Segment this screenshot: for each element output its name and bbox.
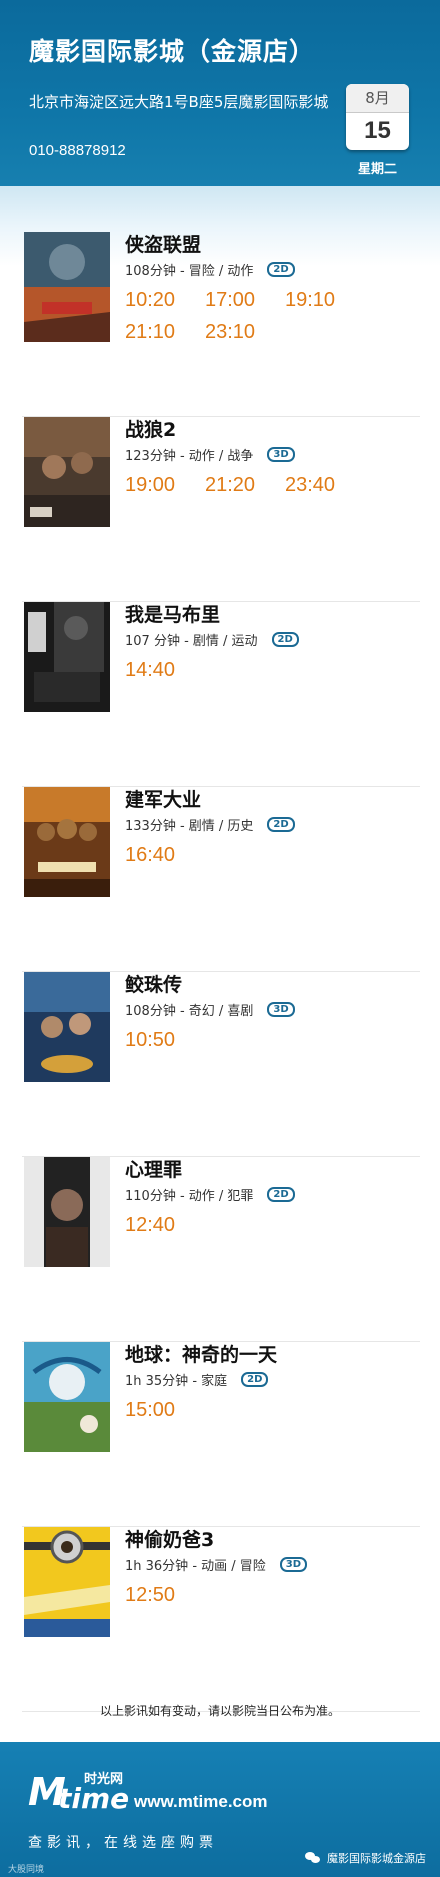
showtime-list: 12:50 (125, 1579, 425, 1611)
movie-item[interactable]: 战狼2 123分钟 - 动作 / 战争 3D 19:00 21:20 23:40 (22, 417, 420, 602)
movie-title[interactable]: 心理罪 (125, 1155, 182, 1182)
logo-chinese: 时光网 (84, 1772, 124, 1787)
movie-poster[interactable] (24, 1157, 110, 1267)
showtime[interactable]: 23:40 (285, 469, 365, 501)
poster-image-icon (24, 787, 110, 897)
poster-image-icon (24, 1342, 110, 1452)
movie-title[interactable]: 神偷奶爸3 (125, 1525, 214, 1552)
movie-poster[interactable] (24, 602, 110, 712)
wechat-account-name: 魔影国际影城金源店 (327, 1852, 426, 1865)
showtime-list: 10:50 (125, 1024, 425, 1056)
format-badge: 2D (267, 262, 295, 277)
showtime[interactable]: 21:10 (125, 316, 205, 348)
movie-info: 123分钟 - 动作 / 战争 3D (125, 445, 295, 464)
logo-time: time (58, 1782, 130, 1815)
movie-item[interactable]: 侠盗联盟 108分钟 - 冒险 / 动作 2D 10:20 17:00 19:1… (22, 232, 420, 417)
movie-poster[interactable] (24, 787, 110, 897)
format-badge: 3D (279, 1557, 308, 1572)
showtime[interactable]: 17:00 (205, 284, 285, 316)
format-badge: 2D (267, 817, 295, 832)
cinema-address: 北京市海淀区远大路1号B座5层魔影国际影城 (29, 93, 329, 111)
poster-image-icon (24, 602, 110, 712)
footer-slogan: 查影讯，在线选座购票 (28, 1835, 218, 1851)
movie-duration-genre: 123分钟 - 动作 / 战争 (125, 449, 254, 464)
movie-info: 110分钟 - 动作 / 犯罪 2D (125, 1185, 295, 1204)
format-badge: 2D (267, 1187, 295, 1202)
calendar-weekday: 星期二 (357, 162, 397, 177)
wechat-account: 魔影国际影城金源店 (305, 1850, 426, 1866)
movie-info: 107 分钟 - 剧情 / 运动 2D (125, 630, 299, 649)
footer-scallop-edge (0, 1736, 440, 1748)
format-badge: 3D (267, 1002, 295, 1017)
cinema-header: 魔影国际影城（金源店） 北京市海淀区远大路1号B座5层魔影国际影城 010-88… (0, 0, 440, 190)
cinema-phone[interactable]: 010-88878912 (29, 142, 126, 159)
showtime[interactable]: 12:50 (125, 1579, 205, 1611)
movie-info: 133分钟 - 剧情 / 历史 2D (125, 815, 295, 834)
poster-image-icon (24, 1527, 110, 1637)
calendar-month: 8月 (346, 84, 409, 113)
wechat-icon (305, 1852, 321, 1864)
showtime[interactable]: 19:10 (285, 284, 365, 316)
poster-image-icon (24, 1157, 110, 1267)
calendar-date-card: 8月 15 (346, 84, 409, 150)
movie-poster[interactable] (24, 232, 110, 342)
movie-info: 108分钟 - 冒险 / 动作 2D (125, 260, 295, 279)
movie-poster[interactable] (24, 1527, 110, 1637)
movie-info: 1h 36分钟 - 动画 / 冒险 3D (125, 1555, 308, 1574)
showtime-list: 12:40 (125, 1209, 425, 1241)
mtime-logo[interactable]: M time 时光网 (28, 1772, 138, 1815)
format-badge: 2D (241, 1372, 269, 1387)
site-url-link[interactable]: www.mtime.com (134, 1792, 268, 1812)
movie-poster[interactable] (24, 972, 110, 1082)
movie-item[interactable]: 神偷奶爸3 1h 36分钟 - 动画 / 冒险 3D 12:50 (22, 1527, 420, 1712)
showtime[interactable]: 12:40 (125, 1209, 205, 1241)
movie-info: 1h 35分钟 - 家庭 2D (125, 1370, 269, 1389)
showtime-list: 15:00 (125, 1394, 425, 1426)
cinema-name: 魔影国际影城（金源店） (29, 37, 316, 66)
showtime[interactable]: 10:20 (125, 284, 205, 316)
movie-title[interactable]: 战狼2 (125, 415, 176, 442)
showtime-list: 19:00 21:20 23:40 (125, 469, 425, 501)
movie-duration-genre: 133分钟 - 剧情 / 历史 (125, 819, 254, 834)
movie-item[interactable]: 我是马布里 107 分钟 - 剧情 / 运动 2D 14:40 (22, 602, 420, 787)
movie-poster[interactable] (24, 417, 110, 527)
movie-title[interactable]: 鲛珠传 (125, 970, 182, 997)
showtime[interactable]: 21:20 (205, 469, 285, 501)
poster-image-icon (24, 972, 110, 1082)
calendar-day: 15 (364, 117, 391, 144)
movie-item[interactable]: 建军大业 133分钟 - 剧情 / 历史 2D 16:40 (22, 787, 420, 972)
showtime[interactable]: 19:00 (125, 469, 205, 501)
poster-image-icon (24, 417, 110, 527)
movie-poster[interactable] (24, 1342, 110, 1452)
movie-duration-genre: 1h 35分钟 - 家庭 (125, 1374, 228, 1389)
format-badge: 2D (271, 632, 299, 647)
movie-title[interactable]: 地球：神奇的一天 (125, 1340, 277, 1367)
movie-duration-genre: 108分钟 - 奇幻 / 喜剧 (125, 1004, 254, 1019)
showtime[interactable]: 15:00 (125, 1394, 205, 1426)
movie-duration-genre: 107 分钟 - 剧情 / 运动 (125, 634, 258, 649)
movie-duration-genre: 1h 36分钟 - 动画 / 冒险 (125, 1559, 266, 1574)
showtime[interactable]: 16:40 (125, 839, 205, 871)
movie-title[interactable]: 我是马布里 (125, 600, 220, 627)
showtime[interactable]: 10:50 (125, 1024, 205, 1056)
movie-duration-genre: 108分钟 - 冒险 / 动作 (125, 264, 254, 279)
showtime-list: 10:20 17:00 19:10 21:10 23:10 (125, 284, 425, 348)
movie-info: 108分钟 - 奇幻 / 喜剧 3D (125, 1000, 295, 1019)
showtime-list: 16:40 (125, 839, 425, 871)
mtime-footer: M time 时光网 www.mtime.com 查影讯，在线选座购票 魔影国际… (0, 1736, 440, 1877)
movie-duration-genre: 110分钟 - 动作 / 犯罪 (125, 1189, 254, 1204)
schedule-notice: 以上影讯如有变动，请以影院当日公布为准。 (99, 1704, 340, 1718)
movie-item[interactable]: 心理罪 110分钟 - 动作 / 犯罪 2D 12:40 (22, 1157, 420, 1342)
movie-title[interactable]: 侠盗联盟 (125, 230, 201, 257)
showtime-list: 14:40 (125, 654, 425, 686)
watermark-text: 大股同境 (8, 1865, 45, 1875)
showtime[interactable]: 23:10 (205, 316, 285, 348)
movie-item[interactable]: 鲛珠传 108分钟 - 奇幻 / 喜剧 3D 10:50 (22, 972, 420, 1157)
movie-item[interactable]: 地球：神奇的一天 1h 35分钟 - 家庭 2D 15:00 (22, 1342, 420, 1527)
poster-image-icon (24, 232, 110, 342)
format-badge: 3D (267, 447, 295, 462)
movie-title[interactable]: 建军大业 (125, 785, 201, 812)
showtime[interactable]: 14:40 (125, 654, 205, 686)
